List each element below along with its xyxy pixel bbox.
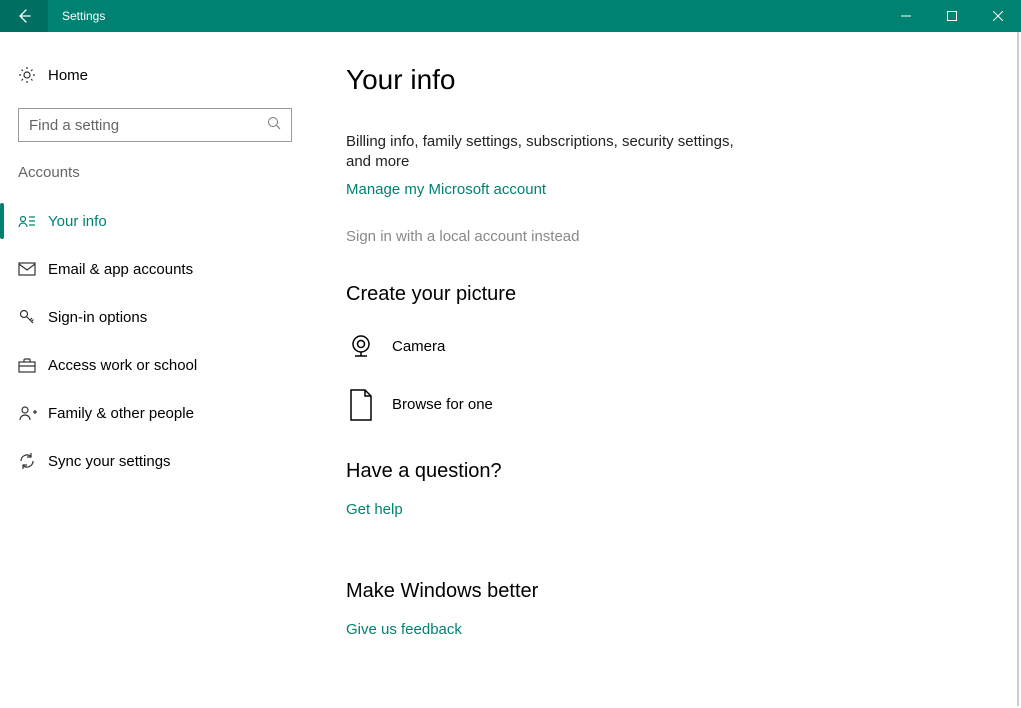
manage-account-link[interactable]: Manage my Microsoft account — [346, 181, 546, 198]
camera-label: Camera — [392, 338, 445, 355]
maximize-icon — [947, 11, 957, 21]
person-card-icon — [18, 214, 48, 228]
sidebar-item-label: Your info — [48, 213, 107, 230]
search-icon — [267, 116, 281, 134]
billing-description: Billing info, family settings, subscript… — [346, 132, 756, 173]
get-help-link[interactable]: Get help — [346, 501, 403, 518]
sidebar-item-label: Family & other people — [48, 405, 194, 422]
sidebar-item-email-accounts[interactable]: Email & app accounts — [0, 245, 310, 293]
create-picture-heading: Create your picture — [346, 283, 981, 306]
main-content: Your info Billing info, family settings,… — [310, 32, 1021, 708]
picture-file-icon — [346, 388, 392, 422]
local-account-link[interactable]: Sign in with a local account instead — [346, 228, 579, 245]
briefcase-icon — [18, 357, 48, 373]
sidebar-item-label: Email & app accounts — [48, 261, 193, 278]
people-icon — [18, 405, 48, 421]
sidebar-group-label: Accounts — [0, 164, 310, 181]
sidebar-item-your-info[interactable]: Your info — [0, 197, 310, 245]
gear-icon — [18, 66, 48, 84]
sidebar-item-label: Sync your settings — [48, 453, 171, 470]
home-label: Home — [48, 67, 88, 84]
make-better-heading: Make Windows better — [346, 580, 981, 603]
window-title: Settings — [48, 0, 105, 32]
key-icon — [18, 308, 48, 326]
close-button[interactable] — [975, 0, 1021, 32]
search-input[interactable] — [19, 109, 291, 141]
sidebar: Home Accounts — [0, 32, 310, 708]
have-question-heading: Have a question? — [346, 460, 981, 483]
sync-icon — [18, 452, 48, 470]
sidebar-item-sync-settings[interactable]: Sync your settings — [0, 437, 310, 485]
sidebar-item-signin-options[interactable]: Sign-in options — [0, 293, 310, 341]
sidebar-item-access-work-school[interactable]: Access work or school — [0, 341, 310, 389]
arrow-left-icon — [16, 8, 32, 24]
browse-option[interactable]: Browse for one — [346, 382, 981, 428]
close-icon — [993, 11, 1003, 21]
home-button[interactable]: Home — [0, 56, 310, 94]
sidebar-item-label: Access work or school — [48, 357, 197, 374]
back-button[interactable] — [0, 0, 48, 32]
feedback-link[interactable]: Give us feedback — [346, 621, 462, 638]
camera-icon — [346, 332, 392, 362]
search-box[interactable] — [18, 108, 292, 142]
browse-label: Browse for one — [392, 396, 493, 413]
maximize-button[interactable] — [929, 0, 975, 32]
minimize-button[interactable] — [883, 0, 929, 32]
title-bar: Settings — [0, 0, 1021, 32]
minimize-icon — [901, 11, 911, 21]
sidebar-item-family-people[interactable]: Family & other people — [0, 389, 310, 437]
camera-option[interactable]: Camera — [346, 324, 981, 370]
scrollbar[interactable] — [1017, 32, 1019, 706]
page-title: Your info — [346, 64, 981, 96]
sidebar-item-label: Sign-in options — [48, 309, 147, 326]
mail-icon — [18, 262, 48, 276]
